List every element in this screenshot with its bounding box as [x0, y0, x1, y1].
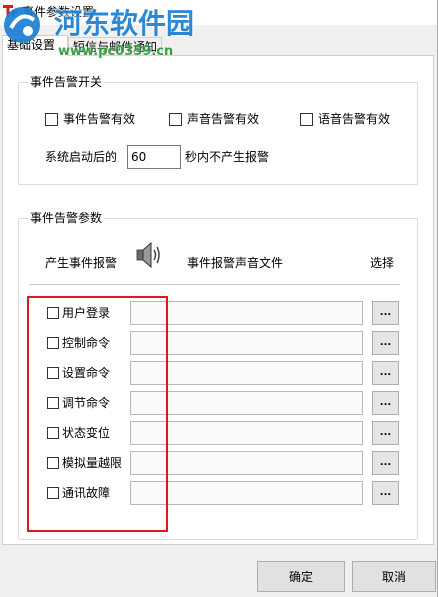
- startup-prefix-label: 系统启动后的: [45, 150, 118, 164]
- sound-alarm-enabled-label[interactable]: 声音告警有效: [187, 111, 259, 127]
- sound-alarm-enabled-checkbox[interactable]: [169, 113, 182, 126]
- voice-alarm-enabled-checkbox[interactable]: [300, 113, 313, 126]
- event-alarm-enabled-checkbox[interactable]: [45, 113, 58, 126]
- speaker-icon: [136, 241, 160, 269]
- analog-over-limit-browse-button[interactable]: ...: [372, 451, 399, 475]
- header-sound-file: 事件报警声音文件: [187, 256, 284, 270]
- event-alarm-enabled-label[interactable]: 事件告警有效: [63, 111, 135, 127]
- state-change-browse-button[interactable]: ...: [372, 421, 399, 445]
- startup-seconds-input[interactable]: [127, 145, 181, 169]
- ok-button[interactable]: 确定: [257, 561, 345, 592]
- alarm-switch-group-title: 事件告警开关: [28, 74, 105, 90]
- startup-suffix-label: 秒内不产生报警: [185, 150, 270, 164]
- app-icon: [3, 5, 17, 17]
- user-login-browse-button[interactable]: ...: [372, 301, 399, 325]
- tab-basic-settings[interactable]: 基础设置: [2, 35, 68, 56]
- header-choose: 选择: [370, 256, 395, 270]
- header-separator: [30, 284, 400, 285]
- tab-sms-email-notify[interactable]: 短信与邮件通知: [68, 37, 162, 55]
- window-title: 事件参数设置: [22, 5, 95, 19]
- adjust-command-browse-button[interactable]: ...: [372, 391, 399, 415]
- alarm-switch-group: [18, 82, 418, 185]
- comm-fault-browse-button[interactable]: ...: [372, 481, 399, 505]
- alarm-params-group-title: 事件告警参数: [28, 210, 105, 226]
- set-command-browse-button[interactable]: ...: [372, 361, 399, 385]
- cancel-button[interactable]: 取消: [352, 561, 436, 592]
- title-bar: 事件参数设置: [0, 0, 438, 25]
- voice-alarm-enabled-label[interactable]: 语音告警有效: [318, 111, 390, 127]
- header-event-alarm: 产生事件报警: [45, 256, 118, 270]
- highlight-annotation: [27, 296, 168, 532]
- control-command-browse-button[interactable]: ...: [372, 331, 399, 355]
